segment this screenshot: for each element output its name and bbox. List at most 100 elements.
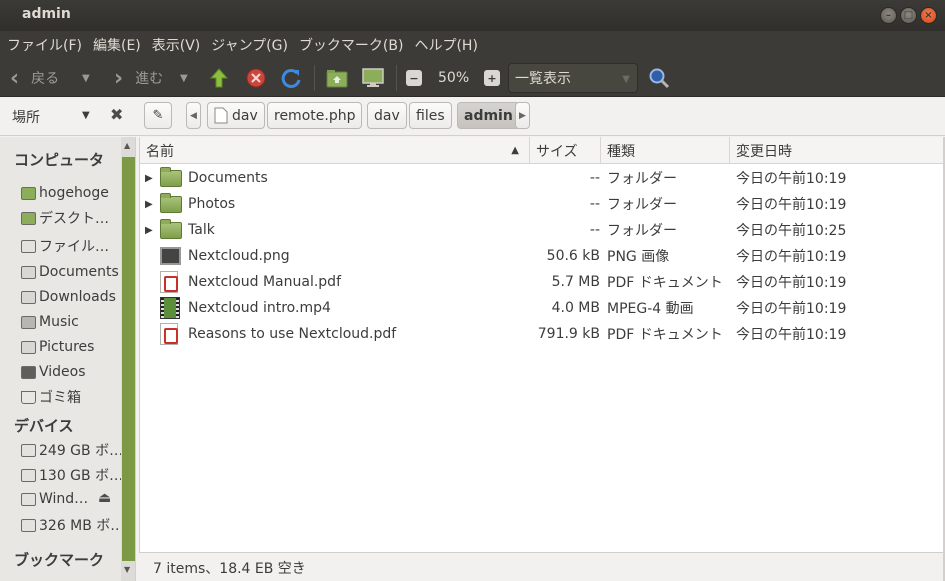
sidebar-item-volume-130gb[interactable]: 130 GB ボ… [21,465,123,485]
chevron-right-icon: ▶ [519,110,526,121]
sidebar-item-volume-326mb[interactable]: 326 MB ボ… [21,515,124,535]
status-bar: 7 items、18.4 EB 空き [139,552,945,581]
menu-help[interactable]: ヘルプ(H) [414,35,477,55]
crumb-label: dav [374,107,400,124]
file-row[interactable]: Nextcloud intro.mp4 4.0 MB MPEG-4 動画 今日の… [140,295,944,321]
drive-icon [21,492,36,506]
column-name[interactable]: 名前 ▲ [140,137,530,164]
sidebar-item-desktop[interactable]: デスクト… [21,208,109,228]
zoom-in-button[interactable]: + [484,59,500,97]
sidebar-item-downloads[interactable]: Downloads [21,287,116,307]
reload-button[interactable] [280,59,302,97]
column-modified[interactable]: 変更日時 [730,137,944,164]
sidebar-item-label: Videos [39,364,86,380]
expand-arrow-icon[interactable]: ▶ [145,191,153,217]
crumb-scroll-left[interactable]: ◀ [186,102,201,129]
home-button[interactable] [326,59,348,97]
crumb-dav-2[interactable]: dav [367,102,407,129]
close-button[interactable]: × [920,7,937,24]
sidebar-item-label: ファイル… [39,239,109,255]
menu-edit[interactable]: 編集(E) [93,35,141,55]
crumb-label: remote.php [274,107,356,124]
trash-icon [21,390,36,404]
menu-file[interactable]: ファイル(F) [7,35,82,55]
sidebar-item-music[interactable]: Music [21,312,79,332]
drive-icon [214,107,228,124]
forward-history-dropdown[interactable]: ▼ [180,59,188,97]
file-row[interactable]: Nextcloud Manual.pdf 5.7 MB PDF ドキュメント 今… [140,269,944,295]
zoom-level: 50% [438,70,470,86]
edit-location-button[interactable]: ✎ [144,102,172,129]
maximize-button[interactable]: □ [900,7,917,24]
sidebar-item-label: Wind… [39,491,89,507]
sidebar-item-label: Downloads [39,289,116,305]
view-mode-select[interactable]: 一覧表示 ▼ [508,63,638,93]
sidebar: コンピュータ hogehoge デスクト… ファイル… Documents Do… [0,137,136,581]
home-icon [21,186,36,200]
eject-icon[interactable]: ⏏ [98,490,111,506]
sidebar-item-documents[interactable]: Documents [21,262,119,282]
file-list: 名前 ▲ サイズ 種類 変更日時 ▶ Documents -- フォルダー 今日… [139,137,944,552]
crumb-files[interactable]: files [409,102,452,129]
file-row[interactable]: ▶ Documents -- フォルダー 今日の午前10:19 [140,165,944,191]
sidebar-item-label: Music [39,314,79,330]
sidebar-item-videos[interactable]: Videos [21,362,86,382]
downloads-folder-icon [21,290,36,304]
file-row[interactable]: ▶ Talk -- フォルダー 今日の午前10:25 [140,217,944,243]
sidebar-item-label: 326 MB ボ… [39,518,125,534]
file-size: 791.9 kB [537,326,600,342]
sidebar-scrollbar-thumb[interactable] [122,157,135,561]
menu-view[interactable]: 表示(V) [152,35,201,55]
folder-icon [160,191,182,217]
crumb-scroll-right[interactable]: ▶ [515,102,530,129]
toolbar-separator [396,65,397,91]
back-label: 戻る [31,71,60,87]
close-pane-icon[interactable]: ✖ [110,105,123,124]
computer-button[interactable] [362,59,384,97]
back-history-dropdown[interactable]: ▼ [82,59,90,97]
file-modified: 今日の午前10:19 [736,171,847,187]
file-row[interactable]: Nextcloud.png 50.6 kB PNG 画像 今日の午前10:19 [140,243,944,269]
sidebar-item-trash[interactable]: ゴミ箱 [21,387,81,407]
sidebar-item-home[interactable]: hogehoge [21,183,109,203]
expand-arrow-icon[interactable]: ▶ [145,165,153,191]
file-size: 5.7 MB [551,274,600,290]
crumb-dav-1[interactable]: dav [207,102,265,129]
column-type[interactable]: 種類 [601,137,730,164]
crumb-admin[interactable]: admin [457,102,520,129]
sidebar-item-volume-249gb[interactable]: 249 GB ボ… [21,440,123,460]
chevron-down-icon: ▼ [82,72,90,84]
drive-icon [21,443,36,457]
file-row[interactable]: ▶ Photos -- フォルダー 今日の午前10:19 [140,191,944,217]
zoom-in-icon: + [484,70,500,86]
column-type-label: 種類 [607,143,635,160]
zoom-out-button[interactable]: − [406,59,422,97]
places-dropdown-chevron-icon[interactable]: ▼ [82,110,90,121]
crumb-remote-php[interactable]: remote.php [267,102,363,129]
scroll-down-icon[interactable]: ▼ [124,565,130,574]
back-button[interactable]: ‹ 戻る [10,59,59,97]
up-button[interactable] [208,59,230,97]
scroll-up-icon[interactable]: ▲ [124,141,130,150]
pdf-file-icon [160,269,182,295]
stop-button[interactable] [245,59,267,97]
file-modified: 今日の午前10:19 [736,275,847,291]
chevron-down-icon: ▼ [622,74,630,85]
forward-button[interactable]: › 進む [114,59,163,97]
sidebar-item-label: ゴミ箱 [39,390,81,406]
column-size[interactable]: サイズ [530,137,601,164]
file-size: 4.0 MB [551,300,600,316]
sidebar-item-filesystem[interactable]: ファイル… [21,236,109,256]
minimize-button[interactable]: – [880,7,897,24]
sort-ascending-icon: ▲ [511,145,519,156]
search-button[interactable] [648,59,670,97]
sidebar-header-computer: コンピュータ [14,151,105,169]
sidebar-scrollbar[interactable]: ▲ ▼ [121,137,135,581]
toolbar-separator [314,65,315,91]
expand-arrow-icon[interactable]: ▶ [145,217,153,243]
menu-bookmarks[interactable]: ブックマーク(B) [299,35,404,55]
menu-go[interactable]: ジャンプ(G) [211,35,288,55]
sidebar-item-pictures[interactable]: Pictures [21,337,94,357]
sidebar-item-label: Pictures [39,339,95,355]
file-row[interactable]: Reasons to use Nextcloud.pdf 791.9 kB PD… [140,321,944,347]
